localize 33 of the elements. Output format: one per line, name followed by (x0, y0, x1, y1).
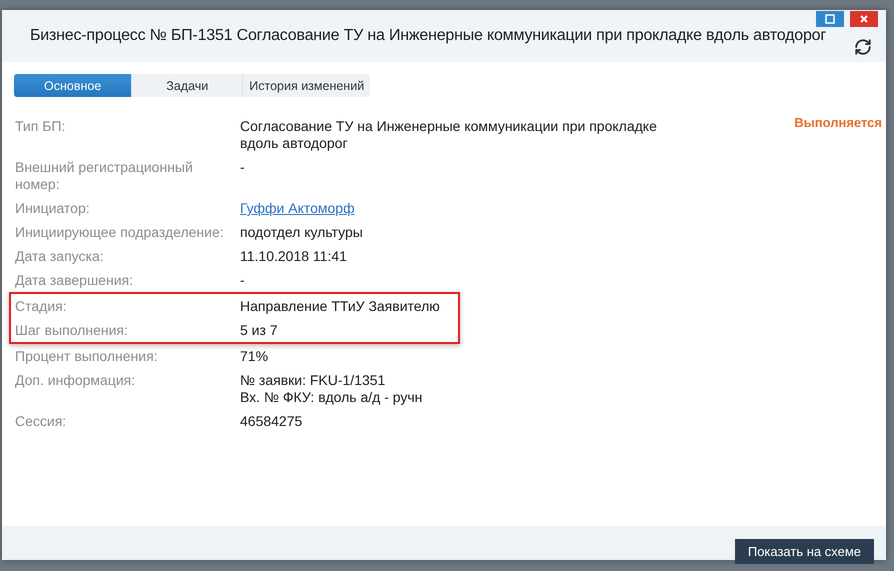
field-value: Согласование ТУ на Инженерные коммуникации при прокладке вдоль автодорог (240, 118, 658, 152)
square-icon (825, 14, 835, 24)
field-value: подотдел культуры (240, 224, 364, 241)
tab[interactable]: Основное (14, 74, 132, 97)
field-label: Доп. информация: (15, 372, 136, 390)
field-label: Стадия: (15, 298, 68, 315)
field-value: 46584275 (240, 413, 304, 430)
field-value: - (240, 272, 246, 289)
field-value: - (240, 159, 246, 177)
show-on-diagram-button[interactable]: Показать на схеме (734, 539, 874, 564)
field-label: Дата завершения: (15, 272, 134, 289)
tab[interactable]: История изменений (243, 74, 370, 97)
field-label: Дата запуска: (15, 248, 105, 265)
field-label: Сессия: (15, 413, 68, 430)
initiator-link[interactable]: Гуффи Актоморф (240, 200, 680, 217)
field-label: Тип БП: (15, 118, 66, 136)
close-button[interactable] (850, 11, 878, 27)
field-label: Внешний регистрационный номер: (15, 159, 194, 193)
field-label: Шаг выполнения: (15, 322, 129, 339)
field-value: 11.10.2018 11:41 (240, 248, 348, 265)
field-value: 5 из 7 (240, 322, 279, 339)
status-label: Выполняется (794, 115, 882, 130)
field-label: Процент выполнения: (15, 348, 159, 365)
close-icon (859, 14, 869, 24)
field-label: Инициатор: (15, 200, 91, 217)
maximize-button[interactable] (816, 11, 844, 27)
field-value: № заявки: FKU-1/1351 Вх. № ФКУ: вдоль а/д - ручн (240, 372, 424, 406)
window-title: Бизнес-процесс № БП-1351 Согласование ТУ на Инженерные коммуникации при прокладке вдоль автодорог (30, 27, 826, 45)
refresh-icon[interactable] (854, 38, 872, 56)
tab[interactable]: Задачи (132, 74, 244, 97)
field-label: Инициирующее подразделение: (15, 224, 225, 241)
field-value: 71% (240, 348, 270, 365)
field-value: Направление ТТиУ Заявителю (240, 298, 441, 315)
